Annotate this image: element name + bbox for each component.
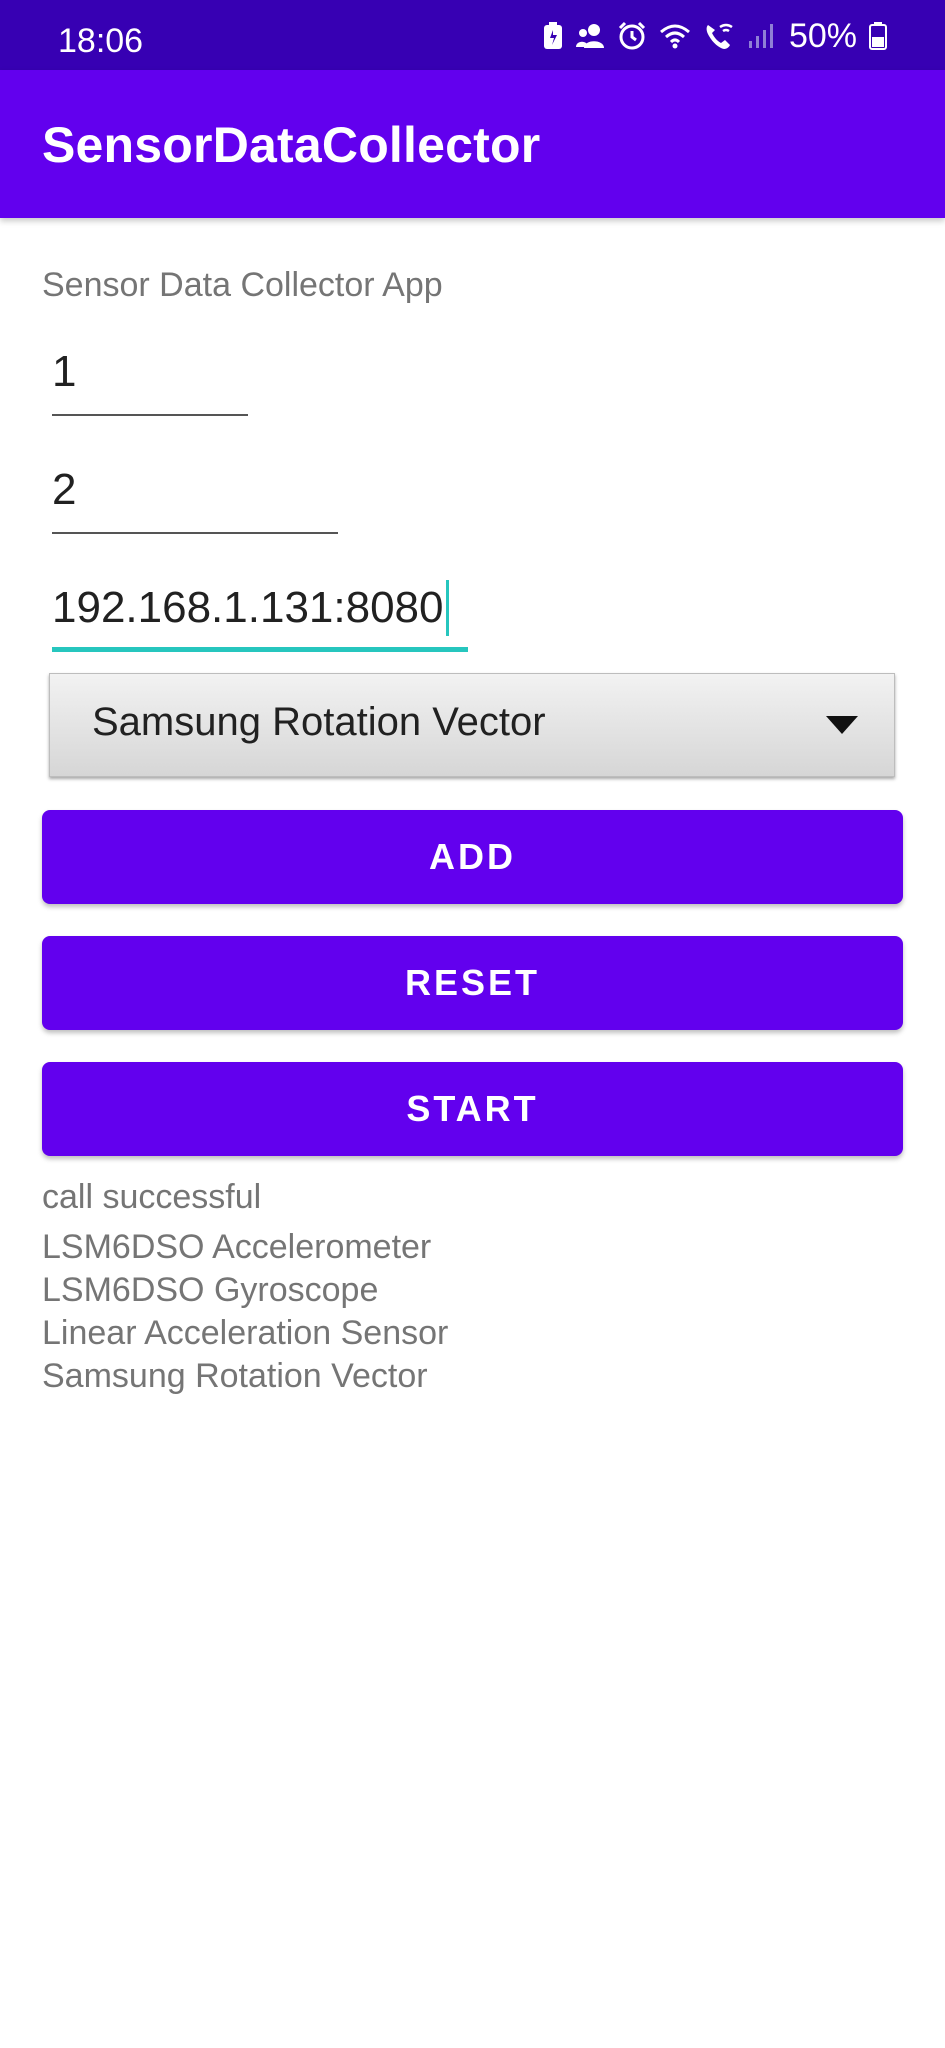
- wifi-call-icon: [703, 21, 735, 51]
- battery-percent: 50%: [788, 16, 857, 55]
- sensor-list-item: LSM6DSO Gyroscope: [42, 1271, 379, 1309]
- dropdown-arrow-icon: [826, 716, 858, 739]
- people-icon: [575, 22, 605, 50]
- signal-icon: [747, 23, 775, 49]
- number-field-2[interactable]: 2: [52, 462, 338, 534]
- sensor-list-item: Linear Acceleration Sensor: [42, 1314, 449, 1352]
- wifi-icon: [659, 22, 691, 50]
- status-bar: 18:06 50%: [0, 0, 945, 70]
- text-cursor: [445, 580, 449, 636]
- sensor-list: LSM6DSO Accelerometer LSM6DSO Gyroscope …: [42, 1226, 448, 1398]
- subtitle-text: Sensor Data Collector App: [42, 266, 443, 304]
- server-address-field[interactable]: 192.168.1.131:8080: [52, 580, 468, 652]
- number-field-1-value: 1: [52, 347, 77, 396]
- sensor-spinner[interactable]: Samsung Rotation Vector: [49, 673, 895, 777]
- main-content: Sensor Data Collector App 1 2 192.168.1.…: [0, 218, 945, 2048]
- number-field-1[interactable]: 1: [52, 344, 248, 416]
- result-text: call successful: [42, 1178, 262, 1216]
- add-button[interactable]: ADD: [42, 810, 903, 904]
- app-bar: SensorDataCollector: [0, 70, 945, 218]
- status-time: 18:06: [58, 22, 144, 60]
- sensor-list-item: LSM6DSO Accelerometer: [42, 1228, 432, 1266]
- sensor-list-item: Samsung Rotation Vector: [42, 1357, 428, 1395]
- start-button[interactable]: START: [42, 1062, 903, 1156]
- battery-icon: [869, 22, 887, 50]
- number-field-2-value: 2: [52, 465, 77, 514]
- server-address-value: 192.168.1.131:8080: [52, 583, 444, 632]
- app-title: SensorDataCollector: [42, 117, 541, 173]
- reset-button[interactable]: RESET: [42, 936, 903, 1030]
- status-icons: 50%: [543, 16, 887, 55]
- sensor-spinner-selected: Samsung Rotation Vector: [92, 700, 546, 744]
- battery-saver-icon: [543, 22, 563, 50]
- alarm-icon: [617, 21, 647, 51]
